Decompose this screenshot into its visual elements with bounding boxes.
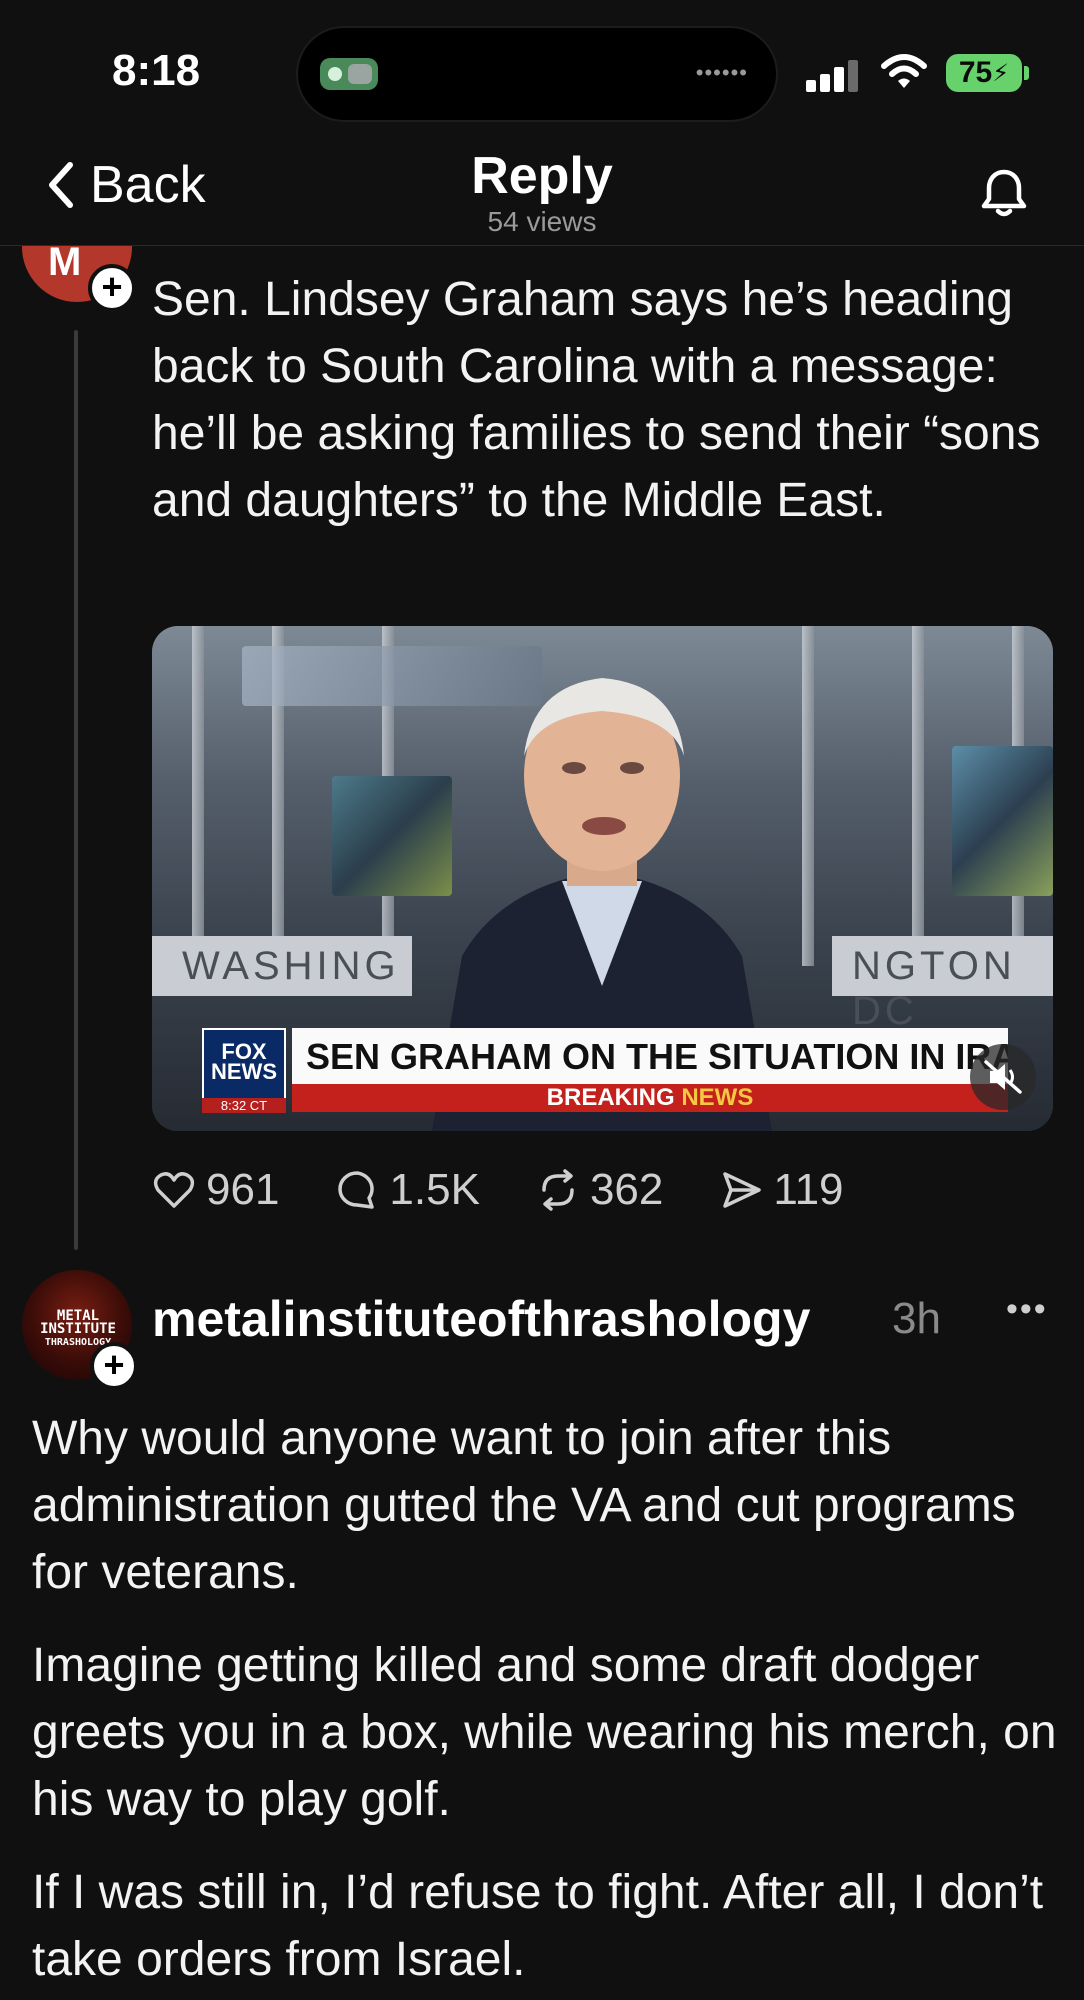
video-player[interactable]: WASHING NGTON DC FOX NEWS 8:32 CT SEN GR… <box>152 626 1053 1131</box>
post-text: Sen. Lindsey Graham says he’s heading ba… <box>152 273 1041 527</box>
post-actions: 961 1.5K 362 119 <box>152 1160 900 1220</box>
follow-plus-icon[interactable]: + <box>88 264 136 312</box>
battery-indicator: 75 ⚡ <box>946 54 1022 92</box>
comment-button[interactable]: 1.5K <box>335 1165 480 1215</box>
page-title: Reply <box>471 147 613 205</box>
location-banner-left: WASHING <box>152 936 412 996</box>
logo-time: 8:32 CT <box>202 1098 286 1113</box>
repost-icon <box>542 1169 574 1211</box>
reply-body: Why would anyone want to join after this… <box>32 1405 1062 2000</box>
breaking-news-bar: BREAKING NEWS <box>292 1084 1008 1112</box>
heart-icon <box>153 1172 195 1208</box>
dynamic-island: •••••• <box>296 26 778 122</box>
share-count: 119 <box>773 1165 844 1214</box>
repost-count: 362 <box>589 1165 664 1214</box>
reply-username[interactable]: metalinstituteofthrashology <box>152 1290 810 1348</box>
more-icon[interactable]: ••• <box>1006 1290 1048 1329</box>
cellular-signal-icon <box>806 60 862 92</box>
location-banner-right: NGTON DC <box>832 936 1053 1033</box>
battery-level: 75 <box>958 56 993 89</box>
follow-plus-icon[interactable]: + <box>90 1342 138 1390</box>
avatar-letter: M <box>48 240 82 284</box>
share-icon <box>723 1172 762 1208</box>
status-bar: 8:18 •••••• 75 ⚡ <box>0 0 1084 140</box>
status-time: 8:18 <box>112 46 201 95</box>
reply-paragraph: Imagine getting killed and some draft do… <box>32 1639 1057 1826</box>
like-button[interactable]: 961 <box>152 1165 279 1215</box>
island-dots-icon: •••••• <box>695 60 748 85</box>
share-button[interactable]: 119 <box>719 1165 844 1215</box>
reply-paragraph: If I was still in, I’d refuse to fight. … <box>32 1866 1044 1986</box>
comment-icon <box>338 1171 375 1209</box>
like-count: 961 <box>206 1165 280 1214</box>
island-activity-icon <box>320 58 378 90</box>
wifi-icon <box>881 54 927 88</box>
navigation-bar: Back Reply 54 views <box>0 140 1084 246</box>
mute-icon[interactable] <box>970 1044 1036 1110</box>
comment-count: 1.5K <box>389 1165 480 1214</box>
thread-line <box>74 330 78 1250</box>
chyron-headline: SEN GRAHAM ON THE SITUATION IN IRAN <box>292 1028 1008 1084</box>
bell-icon[interactable] <box>976 166 1032 222</box>
reply-timestamp: 3h <box>892 1294 941 1343</box>
news-chyron: FOX NEWS 8:32 CT SEN GRAHAM ON THE SITUA… <box>202 1028 1053 1113</box>
reply-paragraph: Why would anyone want to join after this… <box>32 1412 1016 1599</box>
view-count: 54 views <box>487 206 597 237</box>
repost-button[interactable]: 362 <box>536 1165 663 1215</box>
